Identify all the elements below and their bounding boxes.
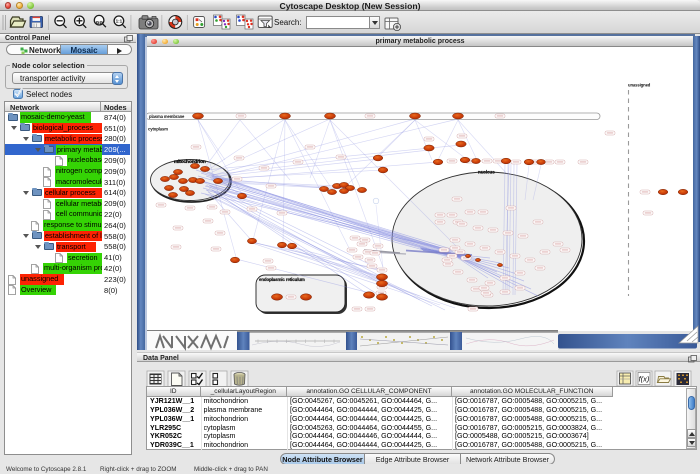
svg-text:f(x): f(x): [639, 375, 650, 384]
